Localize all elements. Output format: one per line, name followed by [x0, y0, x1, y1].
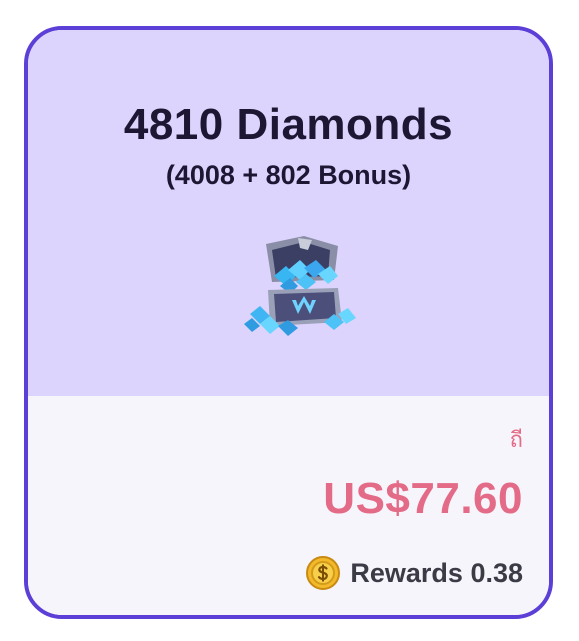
- price-label: US$77.60: [323, 474, 523, 523]
- package-header: 4810 Diamonds (4008 + 802 Bonus): [28, 30, 549, 396]
- rewards-amount: Rewards 0.38: [350, 557, 523, 588]
- package-bonus-breakdown: (4008 + 802 Bonus): [165, 160, 412, 190]
- price-tag-mark: ถี: [509, 428, 523, 453]
- diamond-package-card[interactable]: 4810 Diamonds (4008 + 802 Bonus) ถี US$7…: [24, 26, 553, 619]
- rewards-info: Rewards 0.38: [306, 556, 523, 590]
- diamond-chest-icon: [244, 236, 356, 336]
- package-title: 4810 Diamonds: [123, 100, 454, 149]
- package-footer: ถี US$77.60 Rewards 0.38: [28, 396, 549, 615]
- coin-icon: [306, 556, 341, 590]
